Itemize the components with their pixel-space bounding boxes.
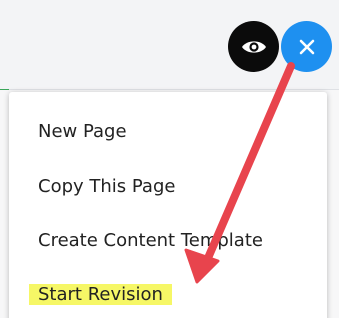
preview-button[interactable] [228,21,279,72]
close-button[interactable] [281,21,332,72]
menu-item-start-revision[interactable]: Start Revision [29,284,172,305]
menu-item-copy-page[interactable]: Copy This Page [38,176,175,197]
start-revision-highlight: Start Revision [29,284,172,305]
menu-item-create-content-template[interactable]: Create Content Template [38,230,263,251]
close-icon [299,39,314,54]
screenshot: New Page Copy This Page Create Content T… [0,0,339,318]
page-actions-menu: New Page Copy This Page Create Content T… [9,92,327,318]
menu-item-new-page[interactable]: New Page [38,121,127,142]
eye-icon [241,40,266,53]
